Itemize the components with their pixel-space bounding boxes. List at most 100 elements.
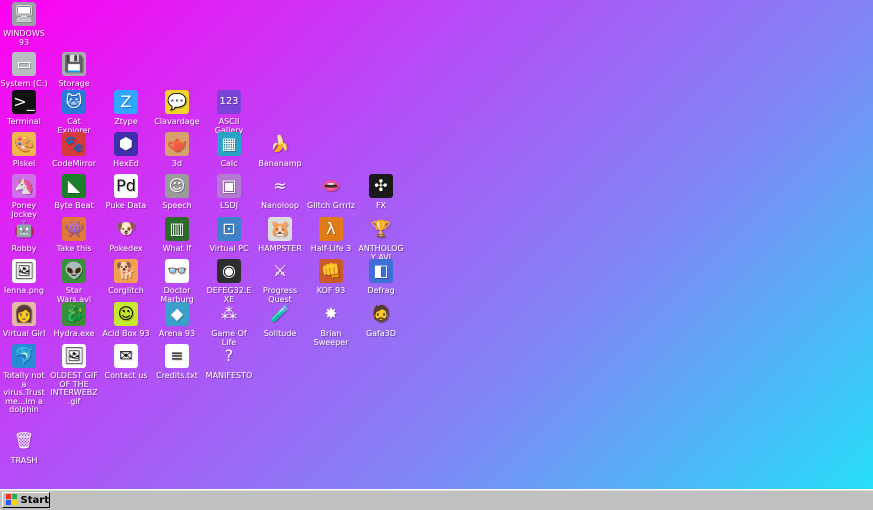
byte-beat-icon: ◣ [62,174,86,198]
glitch-grrrlz-icon: 👄 [321,176,341,195]
desktop-icon-fx[interactable]: ✣ FX [357,174,405,211]
desktop-icon-codemirror[interactable]: 🐾 CodeMirror [50,132,98,169]
start-label: Start [20,494,49,506]
desktop-icon-ztype[interactable]: Z Ztype [102,90,150,127]
storage-drive-icon: 💾 [62,52,86,76]
arena-93-icon: ◆ [165,302,189,326]
desktop-icon-game-of-life[interactable]: ⁂ Game Of Life [205,302,253,347]
terminal-icon: >_ [12,90,36,114]
desktop-icon-ascii-gallery[interactable]: 123 ASCII Gallery [205,90,253,135]
desktop-icon-acid-box-93[interactable]: ☺ Acid Box 93 [102,302,150,339]
desktop-icon-credits-txt[interactable]: ≡ Credits.txt [153,344,201,381]
3d-icon: 🫖 [165,132,189,156]
desktop-icon-defrag[interactable]: ◧ Defrag [357,259,405,296]
desktop-icon-gafa3d[interactable]: 🧔 Gafa3D [357,302,405,339]
desktop-icon-hydra-exe[interactable]: 🐉 Hydra.exe [50,302,98,339]
desktop-icon-oldest-gif[interactable]: 🖼 OLDEST GIF OF THE INTERWEBZ.gif [50,344,98,406]
start-button[interactable]: Start [2,492,50,508]
desktop-icon-windows-93[interactable]: 🖥 WINDOWS 93 [0,2,48,47]
desktop-icon-label: Contact us [104,371,148,380]
desktop-icon-terminal[interactable]: >_ Terminal [0,90,48,127]
hexed-icon: ⬢ [114,132,138,156]
defeg32-exe-icon: ◉ [217,259,241,283]
desktop-icon-3d[interactable]: 🫖 3d [153,132,201,169]
desktop-icon-bananamp[interactable]: 🍌 Bananamp [256,132,304,169]
desktop-icon-what-if[interactable]: ▥ What If [153,217,201,254]
desktop-icon-virtual-pc[interactable]: ⊡ Virtual PC [205,217,253,254]
desktop-icon-pokedex[interactable]: 🐶 Pokedex [102,217,150,254]
desktop-icon-label: HexEd [113,159,139,168]
desktop-icon-speech[interactable]: ☺ Speech [153,174,201,211]
ztype-icon: Z [114,90,138,114]
desktop-icon-byte-beat[interactable]: ◣ Byte Beat [50,174,98,211]
solitude-icon: 🧪 [270,304,290,323]
desktop-icon-virtual-girl[interactable]: 👩 Virtual Girl [0,302,48,339]
windows-93-icon: 🖥 [12,2,36,26]
desktop-icon-nanoloop[interactable]: ≈ Nanoloop [256,174,304,211]
desktop-icon-label: What If [162,244,192,253]
desktop-icon-kof-93[interactable]: 👊 KOF 93 [307,259,355,296]
desktop-icon-label: MANIFESTO [205,371,253,380]
desktop-icon-dolphin[interactable]: 🐬 Totally not a virus.Trust me...im a dol… [0,344,48,415]
anthology-avi-icon: 🏆 [371,219,391,238]
desktop-icon-defeg32-exe[interactable]: ◉ DEFEG32.EXE [205,259,253,304]
robby-icon: 🤖 [14,219,34,238]
hydra-exe-icon: 🐉 [62,302,86,326]
desktop-icon-glitch-grrrlz[interactable]: 👄 Glitch Grrrlz [307,174,355,211]
desktop-icon-lsdj[interactable]: ▣ LSDJ [205,174,253,211]
desktop-icon-label: Corglitch [108,286,144,295]
desktop-icon-calc[interactable]: ▦ Calc [205,132,253,169]
desktop-icon-label: System (C:) [0,79,48,88]
desktop-icon-label: OLDEST GIF OF THE INTERWEBZ.gif [50,371,98,406]
desktop-icon-label: Robby [11,244,37,253]
desktop-icon-arena-93[interactable]: ◆ Arena 93 [153,302,201,339]
system-drive-icon: ▭ [12,52,36,76]
desktop-icon-label: Solitude [263,329,297,338]
desktop-icon-label: Credits.txt [156,371,198,380]
progress-quest-icon: ⚔ [272,261,288,280]
desktop-icon-system-drive[interactable]: ▭ System (C:) [0,52,48,89]
contact-us-icon: ✉ [114,344,138,368]
lenna-png-icon: 🖼 [12,259,36,283]
desktop-icon-label: WINDOWS 93 [3,29,45,47]
desktop-icon-hampster[interactable]: 🐹 HAMPSTER [256,217,304,254]
desktop-icon-puke-data[interactable]: Pd Puke Data [102,174,150,211]
desktop-icon-label: Puke Data [105,201,147,210]
desktop-icon-cat-explorer[interactable]: 🐱 Cat Explorer [50,90,98,135]
star-wars-avi-icon: 👽 [62,259,86,283]
desktop-icon-corglitch[interactable]: 🐕 Corglitch [102,259,150,296]
desktop-icon-brian-sweeper[interactable]: ✸ Brian Sweeper [307,302,355,347]
desktop-icon-manifesto[interactable]: ? MANIFESTO [205,344,253,381]
desktop-icon-half-life-3[interactable]: λ Half-Life 3 [307,217,355,254]
doctor-marburg-icon: 👓 [165,259,189,283]
poney-jockey-icon: 🦄 [12,174,36,198]
desktop-icon-clavardage[interactable]: 💬 Clavardage [153,90,201,127]
desktop-icon-hexed[interactable]: ⬢ HexEd [102,132,150,169]
desktop-icon-robby[interactable]: 🤖 Robby [0,217,48,254]
desktop-icon-label: TRASH [10,456,38,465]
desktop-icon-label: Hydra.exe [53,329,95,338]
desktop-icon-lenna-png[interactable]: 🖼 lenna.png [0,259,48,296]
desktop-icon-label: lenna.png [4,286,44,295]
desktop-icon-label: Bananamp [258,159,302,168]
desktop-icon-piskel[interactable]: 🎨 Piskel [0,132,48,169]
desktop-icon-anthology-avi[interactable]: 🏆 ANTHOLOGY AVI [357,217,405,262]
desktop-icon-progress-quest[interactable]: ⚔ Progress Quest [256,259,304,304]
desktop-icon-poney-jockey[interactable]: 🦄 Poney Jockey [0,174,48,219]
taskbar: Start [0,489,873,510]
oldest-gif-icon: 🖼 [62,344,86,368]
desktop-icon-label: Terminal [7,117,41,126]
credits-txt-icon: ≡ [165,344,189,368]
half-life-3-icon: λ [319,217,343,241]
desktop-icon-contact-us[interactable]: ✉ Contact us [102,344,150,381]
desktop-icon-take-this[interactable]: 👾 Take this [50,217,98,254]
pokedex-icon: 🐶 [116,219,136,238]
desktop-icon-label: Ztype [114,117,138,126]
desktop-icon-label: Totally not a virus.Trust me...im a dolp… [3,371,45,414]
desktop-icon-doctor-marburg[interactable]: 👓 Doctor Marburg [153,259,201,304]
desktop-icon-trash[interactable]: 🗑 TRASH [0,429,48,466]
trash-icon: 🗑 [13,431,35,450]
desktop-icon-solitude[interactable]: 🧪 Solitude [256,302,304,339]
desktop-icon-star-wars-avi[interactable]: 👽 Star Wars.avi [50,259,98,304]
desktop-icon-label: Calc [220,159,238,168]
